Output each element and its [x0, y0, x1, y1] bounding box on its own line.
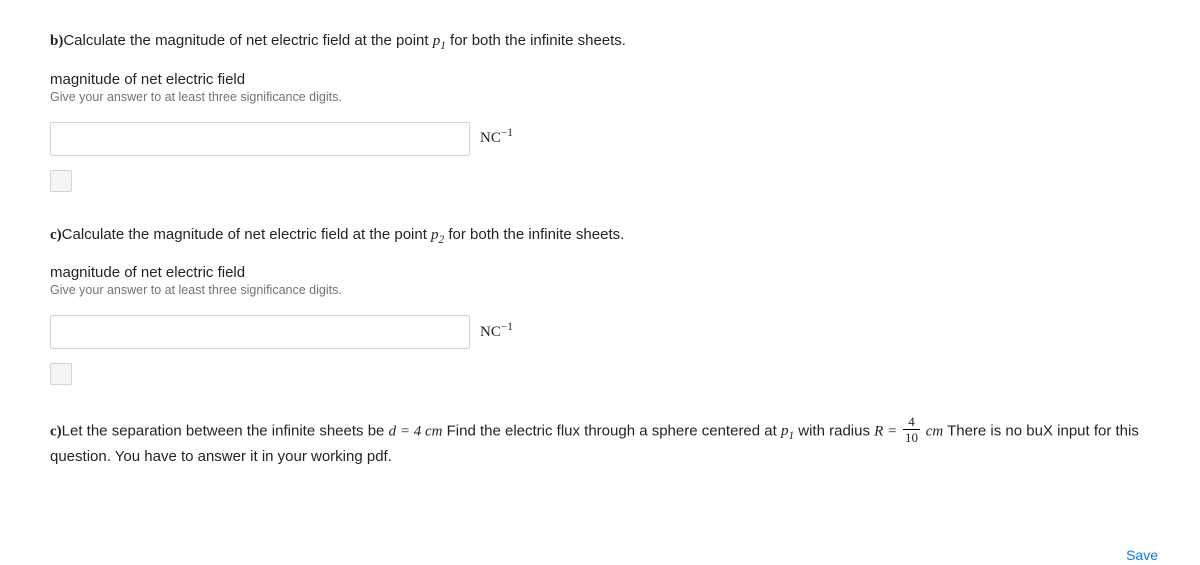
hint-c1: Give your answer to at least three signi… — [50, 283, 1150, 297]
eq-sign-r: = — [883, 423, 901, 439]
answer-row-b: NC−1 — [50, 122, 1150, 156]
question-part-c1: c)Calculate the magnitude of net electri… — [50, 224, 1150, 390]
question-part-b: b)Calculate the magnitude of net electri… — [50, 30, 1150, 196]
fraction-4-10: 410 — [903, 415, 920, 444]
sublabel-c1: magnitude of net electric field — [50, 264, 1150, 281]
save-button[interactable]: Save — [1126, 547, 1158, 563]
prompt-c1-before: Calculate the magnitude of net electric … — [62, 226, 431, 243]
sublabel-b: magnitude of net electric field — [50, 71, 1150, 88]
prompt-b-after: for both the infinite sheets. — [446, 32, 626, 49]
d-var: d — [389, 423, 397, 439]
unit-b: NC−1 — [480, 130, 513, 147]
r-unit: cm — [922, 423, 943, 439]
prompt-c2: c)Let the separation between the infinit… — [50, 417, 1150, 469]
c2-text1: Let the separation between the infinite … — [62, 422, 389, 439]
part-label-c1: c) — [50, 227, 62, 243]
point-p1: p1 — [433, 33, 446, 49]
point-p2: p2 — [431, 227, 444, 243]
answer-row-c1: NC−1 — [50, 315, 1150, 349]
prompt-c1: c)Calculate the magnitude of net electri… — [50, 224, 1150, 247]
checkbox-b[interactable] — [50, 170, 72, 192]
prompt-b: b)Calculate the magnitude of net electri… — [50, 30, 1150, 53]
prompt-c1-after: for both the infinite sheets. — [444, 226, 624, 243]
point-p1-c2: p1 — [781, 423, 794, 439]
eq-sign-d: = — [396, 423, 414, 439]
c2-text3: with radius — [794, 422, 874, 439]
part-label-b: b) — [50, 33, 63, 49]
checkbox-c1[interactable] — [50, 363, 72, 385]
r-var: R — [874, 423, 883, 439]
answer-input-b[interactable] — [50, 122, 470, 156]
unit-c1: NC−1 — [480, 324, 513, 341]
answer-input-c1[interactable] — [50, 315, 470, 349]
hint-b: Give your answer to at least three signi… — [50, 90, 1150, 104]
part-label-c2: c) — [50, 423, 62, 439]
d-unit: cm — [421, 423, 442, 439]
c2-text2: Find the electric flux through a sphere … — [442, 422, 781, 439]
question-part-c2: c)Let the separation between the infinit… — [50, 417, 1150, 469]
prompt-b-before: Calculate the magnitude of net electric … — [63, 32, 432, 49]
